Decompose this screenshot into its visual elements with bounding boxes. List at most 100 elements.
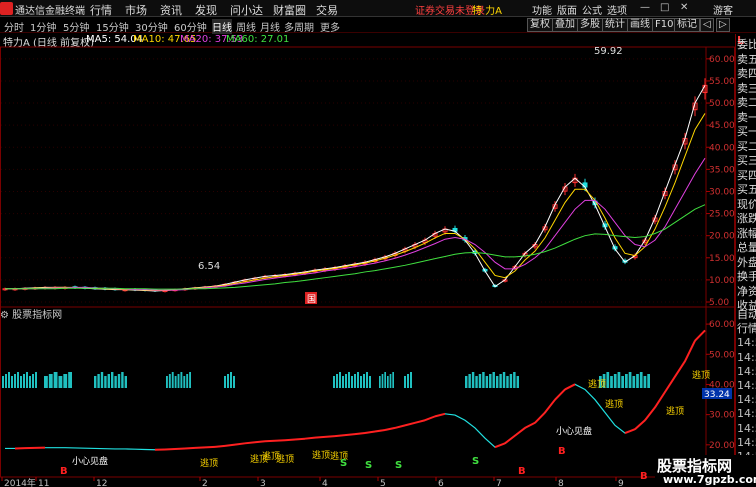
signal-bar: [628, 372, 632, 388]
indicator-rising-segment: [334, 434, 346, 438]
indicator-rising-segment: [294, 437, 306, 441]
signal-label-bottom: 逃顶: [200, 457, 218, 469]
period-more[interactable]: 更多: [320, 19, 340, 34]
signal-bar: [342, 376, 344, 388]
indicator-rising-segment: [554, 388, 566, 401]
menu-wenxiaoda[interactable]: 问小达: [230, 2, 263, 18]
signal-bar: [97, 374, 100, 388]
menu-xuanxiang[interactable]: 选项: [607, 2, 627, 17]
menu-gongshi[interactable]: 公式: [582, 2, 602, 17]
buy-signal-label: B: [640, 471, 648, 482]
side-quote-item: 现价: [737, 197, 756, 211]
signal-bar: [53, 372, 58, 388]
signal-bar: [516, 376, 519, 388]
indicator-rising-segment: [644, 406, 656, 421]
signal-bar: [625, 374, 628, 388]
statistics-button[interactable]: 统计: [602, 18, 628, 32]
price-tick-label: 50.00: [709, 99, 735, 109]
side-quote-item: 买二: [737, 139, 756, 153]
prev-arrow-icon[interactable]: ◁: [700, 18, 714, 32]
indicator-rising-segment: [384, 426, 396, 431]
menu-faxian[interactable]: 发现: [195, 2, 217, 18]
signal-bar: [606, 372, 610, 388]
indicator-rising-segment: [244, 441, 256, 445]
mark-button[interactable]: 标记: [674, 18, 700, 32]
menu-youke[interactable]: 游客: [713, 2, 733, 17]
chart-area[interactable]: 60.00 55.00 50.00 45.00 40.00 35.00 30.00 25.00…: [0, 34, 735, 487]
signal-bar: [495, 376, 499, 388]
overlay-button[interactable]: 叠加: [552, 18, 578, 32]
signal-bar: [171, 372, 174, 388]
period-15min[interactable]: 15分钟: [96, 19, 129, 34]
quote-side-panel: L 委比 卖五 卖四 卖三 卖二 卖一 买一 买二 买三 买四 买五 现价 涨跌 涨幅 总量 外盘 换手 净资 收益…: [735, 34, 756, 487]
period-30min[interactable]: 30分钟: [135, 19, 168, 34]
signal-label-bottom: 逃顶: [312, 449, 330, 461]
signal-bar: [100, 372, 104, 388]
minimize-icon[interactable]: —: [640, 2, 650, 13]
period-daily[interactable]: 日线: [212, 19, 232, 34]
date-tick-label: 2014年: [4, 477, 36, 487]
restore-rights-button[interactable]: 复权: [527, 18, 553, 32]
signal-bar: [233, 376, 235, 388]
signal-bar: [636, 374, 639, 388]
signal-bar: [20, 376, 22, 388]
period-5min[interactable]: 5分钟: [63, 19, 89, 34]
indicator-rising-segment: [654, 391, 666, 408]
period-fenshi[interactable]: 分时: [4, 19, 24, 34]
menu-caifuquan[interactable]: 财富圈: [273, 2, 306, 18]
indicator-rising-segment: [264, 439, 276, 443]
period-multi[interactable]: 多周期: [284, 19, 314, 34]
indicator-rising-segment: [394, 424, 406, 429]
menu-jiaoyi[interactable]: 交易: [316, 2, 338, 18]
indicator-panel-frame: [0, 306, 735, 478]
next-arrow-icon[interactable]: ▷: [716, 18, 730, 32]
candlesticks: [2, 78, 708, 293]
buy-signal-label: B: [60, 466, 68, 477]
signal-bar: [613, 374, 617, 388]
indicator-rising-segment: [194, 446, 206, 449]
draw-line-button[interactable]: 画线: [627, 18, 653, 32]
menu-shichang[interactable]: 市场: [125, 2, 147, 18]
current-stock-name: 特 力A: [472, 6, 503, 17]
signal-bar: [482, 372, 485, 388]
signal-bar: [114, 376, 117, 388]
signal-label-bottom: 逃顶: [692, 369, 710, 381]
menu-zixun[interactable]: 资讯: [160, 2, 182, 18]
price-tick-label: 15.00: [709, 254, 735, 264]
indicator-rising-segment: [274, 439, 286, 442]
indicator-rising-segment: [684, 340, 696, 362]
indicator-gear-icon[interactable]: ⚙: [0, 310, 9, 321]
side-quote-item: 买五: [737, 183, 756, 196]
indicator-bars: [2, 372, 650, 388]
side-auto-toggle[interactable]: 自动: [737, 308, 756, 321]
signal-bar: [107, 374, 110, 388]
signal-bar: [35, 372, 37, 388]
side-trade-item: 14:50: [737, 364, 756, 378]
indicator-title: 股票指标网: [12, 310, 63, 321]
side-quote-item: 总量: [737, 241, 756, 254]
period-60min[interactable]: 60分钟: [174, 19, 207, 34]
side-quote-item: 卖一: [737, 110, 756, 124]
close-icon[interactable]: ✕: [680, 2, 688, 13]
menu-banmian[interactable]: 版面: [557, 2, 577, 17]
side-trade-item: 14:50: [737, 350, 756, 364]
period-monthly[interactable]: 月线: [260, 19, 280, 34]
signal-bar: [485, 376, 489, 388]
date-tick-label: 4: [322, 479, 328, 487]
indicator-rising-segment: [534, 411, 546, 424]
indicator-rising-segment: [564, 383, 576, 391]
maximize-icon[interactable]: □: [660, 2, 669, 13]
indicator-rising-segment: [344, 433, 356, 437]
signal-bar: [621, 376, 624, 388]
signal-bar: [180, 372, 183, 388]
period-weekly[interactable]: 周线: [236, 19, 256, 34]
ma20-line: [5, 157, 706, 291]
multi-stock-button[interactable]: 多股: [577, 18, 603, 32]
signal-bar: [410, 372, 412, 388]
menu-hangqing[interactable]: 行情: [90, 2, 112, 18]
f10-button[interactable]: F10: [652, 18, 677, 32]
indicator-rising-segment: [664, 376, 676, 393]
period-1min[interactable]: 1分钟: [30, 19, 56, 34]
indicator-rising-segment: [414, 419, 426, 424]
menu-gongneng[interactable]: 功能: [532, 2, 552, 17]
